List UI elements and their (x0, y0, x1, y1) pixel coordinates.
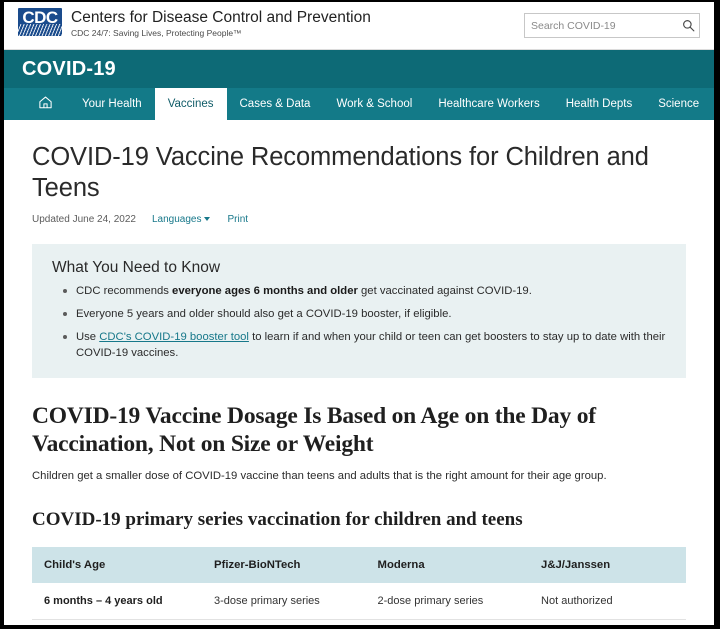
list-item: CDC recommends everyone ages 6 months an… (63, 283, 666, 299)
search-input[interactable] (525, 19, 677, 32)
covid-banner: COVID-19 (4, 50, 714, 88)
bullet-1-post: get vaccinated against COVID-19. (357, 285, 532, 297)
nav-item-work-school[interactable]: Work & School (323, 88, 425, 120)
column-header-jj: J&J/Janssen (529, 547, 686, 583)
dosage-section-heading: COVID-19 Vaccine Dosage Is Based on Age … (32, 403, 596, 457)
article-meta: Updated June 24, 2022 Languages Print (32, 214, 686, 225)
nav-item-more[interactable]: More (712, 88, 714, 120)
nav-item-vaccines[interactable]: Vaccines (154, 88, 227, 120)
nav-item-home[interactable] (22, 88, 69, 120)
column-header-age: Child's Age (32, 547, 203, 583)
column-header-moderna: Moderna (365, 547, 530, 583)
nav-item-cases-data[interactable]: Cases & Data (227, 88, 324, 120)
cell-pfizer: 3-dose primary series (202, 583, 366, 620)
updated-date: Updated June 24, 2022 (32, 214, 136, 225)
bullet-1-bold: everyone ages 6 months and older (172, 285, 358, 297)
browser-page: CDC Centers for Disease Control and Prev… (4, 2, 715, 625)
list-item: Use CDC's COVID-19 booster tool to learn… (63, 329, 666, 361)
table-row: 5 – 17 years old 2-dose primary series 2… (32, 619, 686, 625)
booster-tool-link[interactable]: CDC's COVID-19 booster tool (99, 331, 249, 343)
primary-series-table: Child's Age Pfizer-BioNTech Moderna J&J/… (32, 547, 686, 625)
main-navigation: Your Health Vaccines Cases & Data Work &… (4, 88, 714, 120)
nav-item-your-health[interactable]: Your Health (69, 88, 155, 120)
cdc-logo-icon: CDC (18, 8, 62, 36)
chevron-down-icon (204, 216, 211, 221)
cell-jj: Not authorized (529, 583, 686, 620)
home-icon (38, 95, 53, 113)
bullet-2-text: Everyone 5 years and older should also g… (76, 308, 452, 320)
table-row: 6 months – 4 years old 3-dose primary se… (32, 583, 686, 620)
bullet-1-pre: CDC recommends (76, 285, 173, 297)
cdc-site-header: CDC Centers for Disease Control and Prev… (4, 2, 714, 50)
cdc-logo-block[interactable]: CDC Centers for Disease Control and Prev… (18, 8, 371, 39)
nav-item-science[interactable]: Science (645, 88, 712, 120)
languages-label: Languages (151, 214, 202, 225)
cdc-tagline: CDC 24/7: Saving Lives, Protecting Peopl… (71, 28, 242, 38)
list-item: Everyone 5 years and older should also g… (63, 306, 666, 322)
callout-bullet-list: CDC recommends everyone ages 6 months an… (52, 283, 666, 361)
cell-age: 5 – 17 years old (32, 619, 203, 625)
search-icon[interactable] (677, 14, 699, 37)
cell-moderna: 2-dose primary series (365, 583, 530, 620)
article-content: COVID-19 Vaccine Recommendations for Chi… (4, 142, 714, 625)
languages-dropdown[interactable]: Languages (152, 214, 211, 225)
bullet-3-pre: Use (76, 331, 100, 343)
cell-moderna: 2-dose primary series (365, 619, 530, 625)
table-header-row: Child's Age Pfizer-BioNTech Moderna J&J/… (32, 547, 686, 583)
site-search[interactable] (524, 13, 700, 38)
table-body: 6 months – 4 years old 3-dose primary se… (32, 583, 686, 625)
cdc-logo-letters: CDC (22, 8, 58, 27)
cell-jj: Not authorized (529, 619, 686, 625)
print-link[interactable]: Print (227, 214, 248, 225)
column-header-pfizer: Pfizer-BioNTech (202, 547, 366, 583)
nav-item-health-depts[interactable]: Health Depts (553, 88, 645, 120)
cell-pfizer: 2-dose primary series (202, 619, 366, 625)
cdc-title-block: Centers for Disease Control and Preventi… (71, 8, 371, 39)
nav-item-healthcare-workers[interactable]: Healthcare Workers (425, 88, 552, 120)
table-section-heading: COVID-19 primary series vaccination for … (32, 509, 523, 530)
dosage-section-paragraph: Children get a smaller dose of COVID-19 … (32, 470, 607, 482)
cell-age: 6 months – 4 years old (32, 583, 203, 620)
what-you-need-to-know-callout: What You Need to Know CDC recommends eve… (32, 244, 686, 378)
table-header: Child's Age Pfizer-BioNTech Moderna J&J/… (32, 547, 686, 583)
cdc-organization-name: Centers for Disease Control and Preventi… (71, 9, 371, 26)
callout-title: What You Need to Know (52, 259, 221, 276)
covid-banner-title: COVID-19 (22, 57, 116, 80)
page-title: COVID-19 Vaccine Recommendations for Chi… (32, 143, 649, 202)
